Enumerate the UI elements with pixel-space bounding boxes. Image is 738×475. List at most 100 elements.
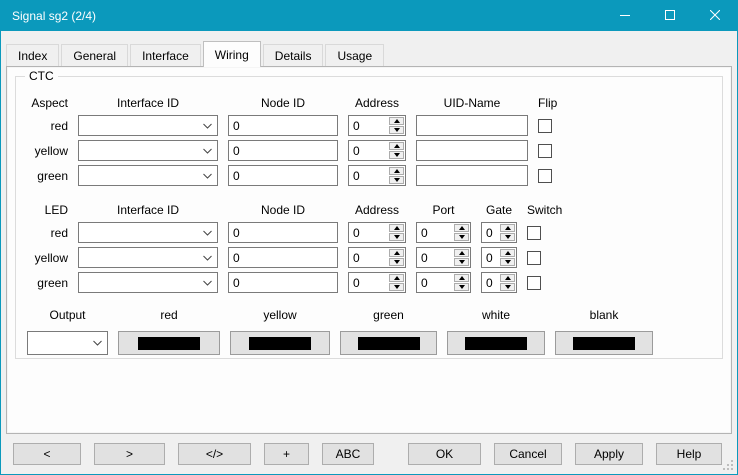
led-green-address-spinner[interactable]: 0 <box>348 272 406 293</box>
spin-down-button[interactable] <box>500 233 515 241</box>
chevron-down-icon <box>203 123 212 129</box>
led-red-gate-spinner[interactable]: 0 <box>481 222 517 243</box>
led-yellow-port-spinner[interactable]: 0 <box>416 247 471 268</box>
spin-down-button[interactable] <box>454 233 469 241</box>
minimize-button[interactable] <box>602 1 647 31</box>
spin-down-button[interactable] <box>389 283 404 291</box>
tab-wiring[interactable]: Wiring <box>203 41 261 67</box>
led-green-label: green <box>18 276 68 290</box>
ok-button[interactable]: OK <box>408 443 481 465</box>
spin-up-button[interactable] <box>389 167 404 175</box>
spin-down-button[interactable] <box>500 283 515 291</box>
tab-interface[interactable]: Interface <box>130 44 201 66</box>
button-label: Help <box>677 447 702 461</box>
spin-down-button[interactable] <box>389 258 404 266</box>
led-yellow-interface-combobox[interactable] <box>78 247 218 268</box>
aspect-yellow-uid-name-input[interactable] <box>416 140 528 161</box>
spin-up-button[interactable] <box>389 274 404 282</box>
help-button[interactable]: Help <box>656 443 722 465</box>
triangle-up-icon <box>505 276 511 280</box>
aspect-green-uid-name-input[interactable] <box>416 165 528 186</box>
triangle-up-icon <box>394 276 400 280</box>
output-green-color-button[interactable] <box>340 331 437 355</box>
aspect-green-node-id-input[interactable] <box>228 165 338 186</box>
triangle-up-icon <box>459 251 465 255</box>
abc-button[interactable]: ABC <box>322 443 374 465</box>
spin-up-button[interactable] <box>389 117 404 125</box>
output-combobox[interactable] <box>27 331 108 355</box>
output-blank-color-button[interactable] <box>555 331 653 355</box>
led-green-gate-spinner[interactable]: 0 <box>481 272 517 293</box>
spin-up-button[interactable] <box>454 249 469 257</box>
led-red-switch-checkbox[interactable] <box>527 226 541 240</box>
triangle-up-icon <box>459 226 465 230</box>
led-green-port-spinner[interactable]: 0 <box>416 272 471 293</box>
spin-down-button[interactable] <box>500 258 515 266</box>
flip-header: Flip <box>538 96 553 111</box>
led-green-node-id-input[interactable] <box>228 272 338 293</box>
led-red-node-id-input[interactable] <box>228 222 338 243</box>
spin-up-button[interactable] <box>500 249 515 257</box>
apply-button[interactable]: Apply <box>575 443 643 465</box>
output-yellow-color-button[interactable] <box>230 331 330 355</box>
node-id-header: Node ID <box>228 96 338 111</box>
spin-up-button[interactable] <box>454 274 469 282</box>
close-button[interactable] <box>692 1 737 31</box>
add-button[interactable]: + <box>264 443 309 465</box>
led-yellow-gate-spinner[interactable]: 0 <box>481 247 517 268</box>
resize-grip-icon[interactable] <box>723 460 733 470</box>
aspect-yellow-node-id-input[interactable] <box>228 140 338 161</box>
led-red-interface-combobox[interactable] <box>78 222 218 243</box>
spin-down-button[interactable] <box>454 258 469 266</box>
spin-down-button[interactable] <box>389 233 404 241</box>
markup-button[interactable]: </> <box>178 443 251 465</box>
footer-button-bar: < > </> + ABC OK Cancel Apply Help <box>1 434 737 465</box>
maximize-button[interactable] <box>647 1 692 31</box>
ctc-groupbox: CTC Aspect Interface ID Node ID Address … <box>15 76 723 359</box>
tab-index[interactable]: Index <box>6 44 59 66</box>
aspect-green-address-spinner[interactable]: 0 <box>348 165 406 186</box>
output-red-color-button[interactable] <box>118 331 220 355</box>
aspect-green-flip-checkbox[interactable] <box>538 169 552 183</box>
aspect-red-node-id-input[interactable] <box>228 115 338 136</box>
aspect-red-uid-name-input[interactable] <box>416 115 528 136</box>
led-green-switch-checkbox[interactable] <box>527 276 541 290</box>
led-yellow-address-spinner[interactable]: 0 <box>348 247 406 268</box>
cancel-button[interactable]: Cancel <box>494 443 562 465</box>
spin-down-button[interactable] <box>389 151 404 159</box>
spin-down-button[interactable] <box>389 176 404 184</box>
spin-up-button[interactable] <box>500 274 515 282</box>
spin-down-button[interactable] <box>389 126 404 134</box>
led-red-port-spinner[interactable]: 0 <box>416 222 471 243</box>
next-button[interactable]: > <box>94 443 165 465</box>
spin-down-button[interactable] <box>454 283 469 291</box>
titlebar: Signal sg2 (2/4) <box>1 1 737 31</box>
chevron-down-icon <box>93 340 102 346</box>
tab-details[interactable]: Details <box>263 44 324 66</box>
spin-up-button[interactable] <box>454 224 469 232</box>
output-white-color-button[interactable] <box>447 331 545 355</box>
spin-up-button[interactable] <box>389 224 404 232</box>
button-label: OK <box>436 447 453 461</box>
color-swatch <box>573 337 635 350</box>
tab-general[interactable]: General <box>61 44 128 66</box>
triangle-down-icon <box>394 285 400 289</box>
aspect-green-interface-combobox[interactable] <box>78 165 218 186</box>
spin-up-button[interactable] <box>389 249 404 257</box>
spinner-value: 0 <box>350 142 389 159</box>
aspect-yellow-interface-combobox[interactable] <box>78 140 218 161</box>
led-yellow-node-id-input[interactable] <box>228 247 338 268</box>
spin-up-button[interactable] <box>389 142 404 150</box>
led-yellow-switch-checkbox[interactable] <box>527 251 541 265</box>
led-green-interface-combobox[interactable] <box>78 272 218 293</box>
aspect-red-flip-checkbox[interactable] <box>538 119 552 133</box>
led-red-address-spinner[interactable]: 0 <box>348 222 406 243</box>
aspect-red-interface-combobox[interactable] <box>78 115 218 136</box>
spin-up-button[interactable] <box>500 224 515 232</box>
triangle-down-icon <box>459 260 465 264</box>
aspect-yellow-address-spinner[interactable]: 0 <box>348 140 406 161</box>
aspect-red-address-spinner[interactable]: 0 <box>348 115 406 136</box>
prev-button[interactable]: < <box>13 443 81 465</box>
tab-usage[interactable]: Usage <box>325 44 384 66</box>
aspect-yellow-flip-checkbox[interactable] <box>538 144 552 158</box>
